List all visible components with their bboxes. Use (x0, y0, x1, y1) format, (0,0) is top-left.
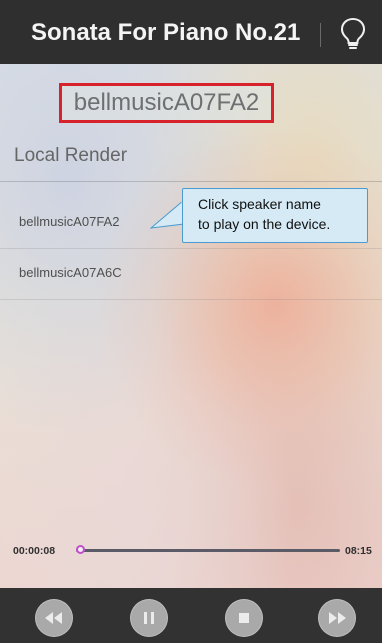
device-list-item-2[interactable]: bellmusicA07A6C (0, 248, 382, 299)
song-title: Sonata For Piano No.21 (31, 19, 301, 46)
pause-icon (144, 612, 154, 624)
section-title: Local Render (14, 145, 128, 166)
fast-forward-icon (329, 612, 346, 624)
music-player-screen: Sonata For Piano No.21 bellmusicA07FA2 L… (0, 0, 382, 643)
pause-button[interactable] (130, 599, 168, 637)
lightbulb-button[interactable] (336, 16, 370, 52)
selected-device-name: bellmusicA07FA2 (73, 89, 260, 116)
stop-icon (239, 613, 249, 623)
rewind-icon (45, 612, 62, 624)
list-divider-2 (0, 299, 382, 300)
progress-thumb[interactable] (75, 545, 85, 554)
app-header: Sonata For Piano No.21 (0, 0, 382, 64)
device-name-2: bellmusicA07A6C (19, 265, 122, 280)
device-name-1: bellmusicA07FA2 (19, 214, 120, 229)
stop-button[interactable] (225, 599, 263, 637)
callout-line-2: to play on the device. (198, 216, 331, 232)
selected-device-box: bellmusicA07FA2 (59, 83, 274, 123)
callout-line-1: Click speaker name (198, 196, 321, 212)
rewind-button[interactable] (35, 599, 73, 637)
section-divider (0, 181, 382, 182)
duration-time: 08:15 (345, 545, 372, 557)
header-divider (320, 23, 321, 47)
elapsed-time: 00:00:08 (13, 545, 56, 557)
fast-forward-button[interactable] (318, 599, 356, 637)
callout-tooltip: Click speaker name to play on the device… (182, 188, 368, 243)
lightbulb-icon (340, 17, 366, 49)
progress-track[interactable] (76, 549, 340, 552)
